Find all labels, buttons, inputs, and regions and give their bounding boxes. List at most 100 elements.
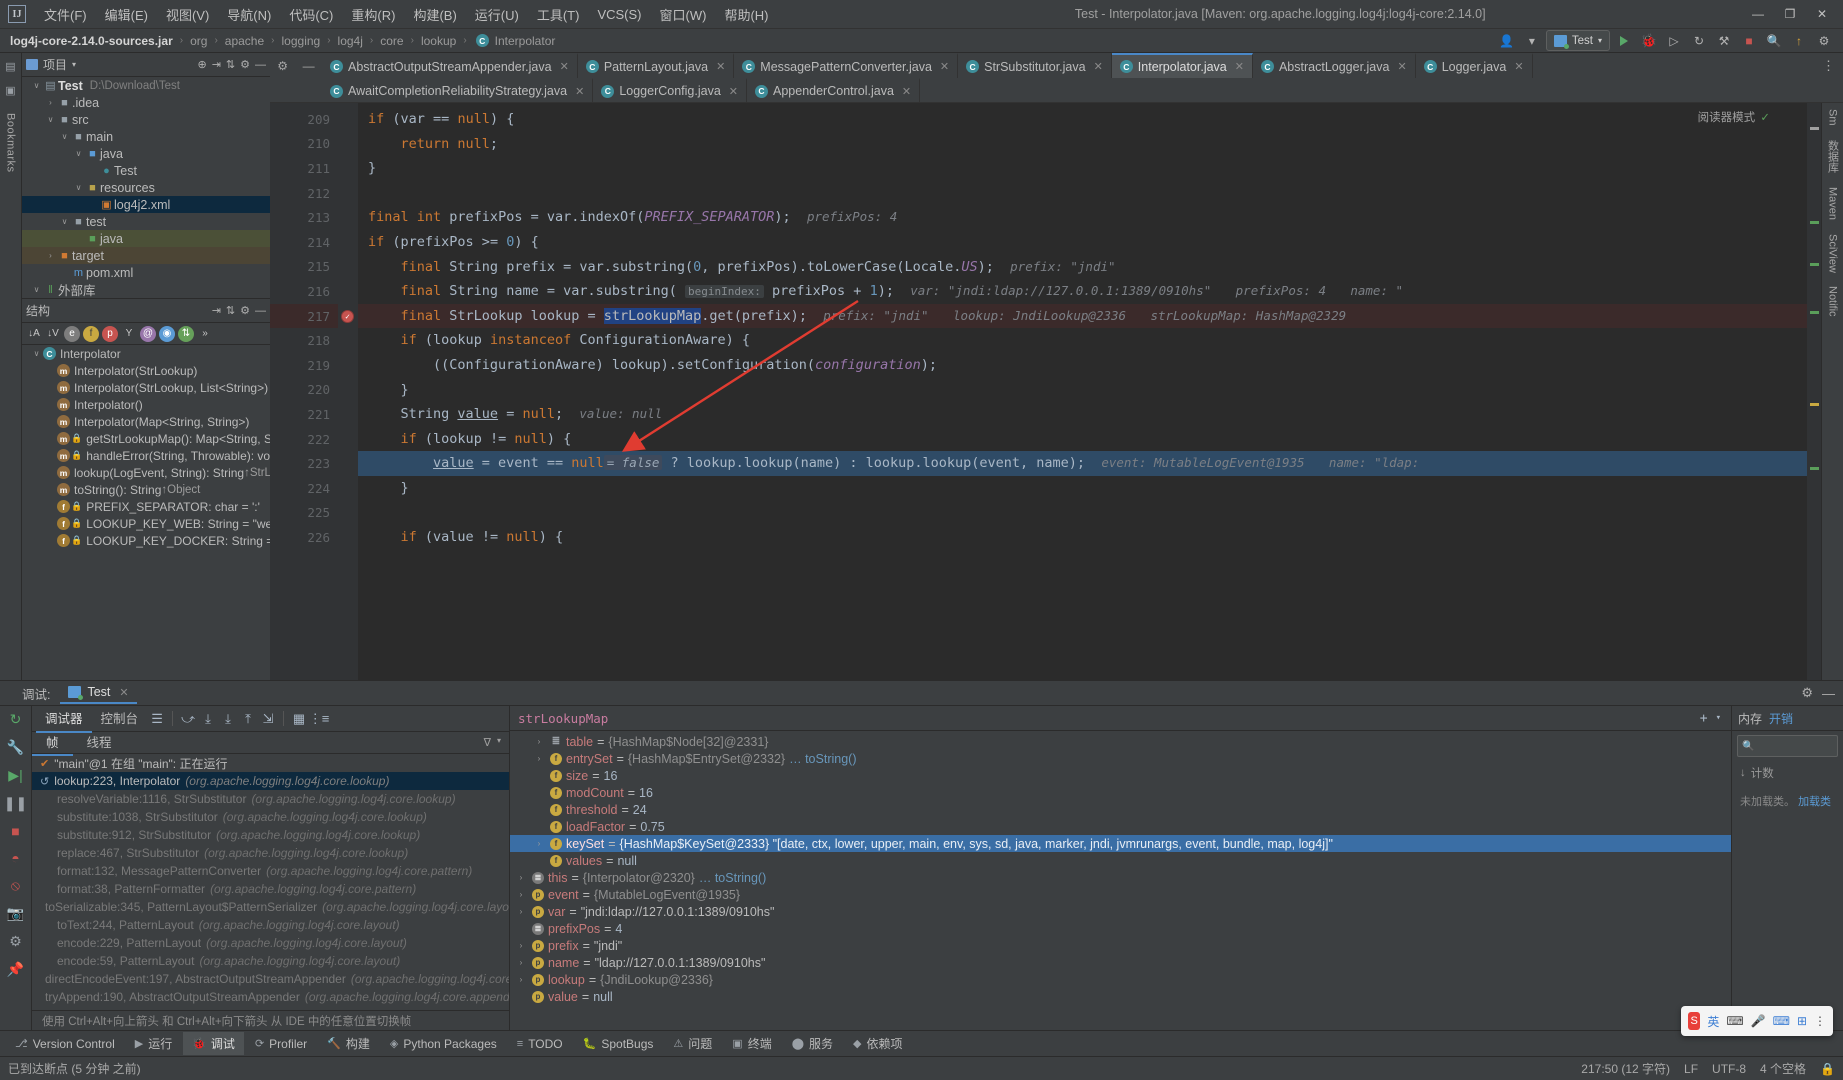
step-over-icon[interactable]: ⤻ bbox=[178, 709, 198, 729]
breadcrumb-apache[interactable]: apache bbox=[223, 34, 266, 48]
memory-search-input[interactable] bbox=[1754, 740, 1833, 752]
fold-marker[interactable] bbox=[338, 501, 358, 526]
breakpoint-icon[interactable]: ✓ bbox=[341, 309, 354, 323]
coverage-button[interactable]: ▷ bbox=[1663, 31, 1685, 51]
close-tab-icon[interactable]: ✕ bbox=[1397, 60, 1406, 73]
bottom-tool-button[interactable]: ≡ TODO bbox=[508, 1034, 572, 1054]
menu-build[interactable]: 构建(B) bbox=[404, 1, 465, 28]
line-number[interactable]: 213 bbox=[270, 205, 338, 230]
expand-chevron-icon[interactable]: › bbox=[514, 890, 528, 899]
fold-marker[interactable] bbox=[338, 279, 358, 304]
line-number[interactable]: 220 bbox=[270, 378, 338, 403]
stack-frame-row[interactable]: encode:59, PatternLayout (org.apache.logg… bbox=[32, 952, 509, 970]
debug-session-tab[interactable]: Test ✕ bbox=[60, 682, 137, 704]
fold-marker[interactable] bbox=[338, 156, 358, 181]
breadcrumb-org[interactable]: org bbox=[188, 34, 209, 48]
editor-hide-icon[interactable]: — bbox=[303, 59, 315, 73]
editor-settings-gear-icon[interactable]: ⚙ bbox=[277, 59, 288, 73]
structure-tree-item[interactable]: m 🔒 handleError(String, Throwable): void bbox=[22, 447, 270, 464]
breadcrumb-logging[interactable]: logging bbox=[280, 34, 323, 48]
sort-by-visibility-icon[interactable]: ↓V bbox=[45, 326, 61, 342]
run-button[interactable] bbox=[1613, 31, 1635, 51]
close-tab-icon[interactable]: ✕ bbox=[940, 60, 949, 73]
project-settings-gear-icon[interactable]: ⚙ bbox=[240, 58, 250, 71]
editor-tab[interactable]: C AppenderControl.java ✕ bbox=[747, 78, 921, 102]
editor-tab[interactable]: C StrSubstitutor.java ✕ bbox=[958, 53, 1112, 78]
close-icon[interactable]: ✕ bbox=[119, 686, 128, 699]
structure-tree-item[interactable]: m Interpolator() bbox=[22, 396, 270, 413]
project-tree-item[interactable]: ∨ ■ main bbox=[22, 128, 270, 145]
rail-item-sm[interactable]: Sm bbox=[1827, 109, 1839, 126]
menu-window[interactable]: 窗口(W) bbox=[651, 1, 716, 28]
line-number[interactable]: 209 bbox=[270, 107, 338, 132]
ime-pen-icon[interactable]: ⌨ bbox=[1726, 1014, 1743, 1028]
structure-tree-item[interactable]: m Interpolator(StrLookup) bbox=[22, 362, 270, 379]
variable-tostring-link[interactable]: … toString() bbox=[699, 871, 766, 885]
resume-program-icon[interactable]: ▶| bbox=[8, 767, 22, 784]
project-tree-item[interactable]: m pom.xml bbox=[22, 264, 270, 281]
project-tree-item[interactable]: › ■ target bbox=[22, 247, 270, 264]
expand-all-icon[interactable]: ⇥ bbox=[212, 304, 221, 317]
expand-chevron-icon[interactable]: › bbox=[514, 873, 528, 882]
bottom-tool-button[interactable]: ▶ 运行 bbox=[126, 1032, 181, 1055]
show-anonymous-icon[interactable]: @ bbox=[140, 325, 156, 342]
tree-chevron-icon[interactable]: ∨ bbox=[72, 149, 85, 158]
stack-frame-row[interactable]: substitute:912, StrSubstitutor (org.apach… bbox=[32, 826, 509, 844]
variable-row[interactable]: › ≣ this = {Interpolator@2320} … toString() bbox=[510, 869, 1731, 886]
structure-tree-item[interactable]: m Interpolator(Map<String, String>) bbox=[22, 413, 270, 430]
tree-chevron-icon[interactable]: › bbox=[44, 251, 57, 260]
close-tab-icon[interactable]: ✕ bbox=[729, 85, 738, 98]
variable-row[interactable]: › p prefix = "jndi" bbox=[510, 937, 1731, 954]
thread-row[interactable]: ✔ "main"@1 在组 "main": 正在运行 bbox=[32, 754, 509, 772]
rail-item-sciview[interactable]: SciView bbox=[1827, 234, 1839, 273]
collapse-all-icon[interactable]: ⇅ bbox=[226, 304, 235, 317]
structure-tree-item[interactable]: m Interpolator(StrLookup, List<String>) bbox=[22, 379, 270, 396]
tree-chevron-icon[interactable]: ∨ bbox=[58, 217, 71, 226]
menu-code[interactable]: 代码(C) bbox=[280, 1, 342, 28]
maximize-button[interactable]: ❐ bbox=[1775, 3, 1805, 25]
project-tree[interactable]: ∨ ▤ Test D:\Download\Test › ■ .idea ∨ ■ src ∨ ■ main… bbox=[22, 77, 270, 298]
breadcrumb-lookup[interactable]: lookup bbox=[419, 34, 458, 48]
editor-tab[interactable]: C AbstractOutputStreamAppender.java ✕ bbox=[322, 53, 578, 78]
menu-help[interactable]: 帮助(H) bbox=[715, 1, 777, 28]
fold-marker[interactable] bbox=[338, 525, 358, 550]
chevron-down-icon[interactable]: ▾ bbox=[1716, 713, 1721, 723]
project-tree-item[interactable]: ▣ log4j2.xml bbox=[22, 196, 270, 213]
mute-breakpoints-icon[interactable]: ⦸ bbox=[11, 877, 20, 894]
updates-icon[interactable]: ↑ bbox=[1788, 31, 1810, 51]
project-tree-item[interactable]: ∨ ■ test bbox=[22, 213, 270, 230]
project-panel-title-group[interactable]: 项目 ▾ bbox=[26, 56, 76, 73]
fold-marker[interactable] bbox=[338, 451, 358, 476]
project-tool-icon[interactable]: ▤ bbox=[2, 57, 20, 75]
line-number[interactable]: 211 bbox=[270, 156, 338, 181]
bottom-tool-button[interactable]: 🐞 调试 bbox=[183, 1032, 244, 1055]
structure-tree-item[interactable]: f🔒 LOOKUP_KEY_DOCKER: String = "docker" bbox=[22, 532, 270, 549]
structure-tree-item[interactable]: m lookup(LogEvent, String): String ↑StrL… bbox=[22, 464, 270, 481]
tree-chevron-icon[interactable]: ∨ bbox=[30, 81, 43, 90]
bottom-tool-button[interactable]: ◈ Python Packages bbox=[381, 1034, 506, 1054]
line-number[interactable]: 226 bbox=[270, 525, 338, 550]
rail-item-notifications[interactable]: Notific bbox=[1827, 286, 1839, 317]
close-tab-icon[interactable]: ✕ bbox=[1094, 60, 1103, 73]
fold-marker[interactable] bbox=[338, 132, 358, 157]
tree-chevron-icon[interactable]: ∨ bbox=[72, 183, 85, 192]
variable-row[interactable]: f loadFactor = 0.75 bbox=[510, 818, 1731, 835]
line-number[interactable]: 212 bbox=[270, 181, 338, 206]
breadcrumb-class[interactable]: Interpolator bbox=[493, 34, 558, 48]
camera-icon[interactable]: 📷 bbox=[7, 905, 24, 922]
code-folding-gutter[interactable] bbox=[338, 103, 358, 680]
structure-settings-gear-icon[interactable]: ⚙ bbox=[240, 304, 250, 317]
profile-button[interactable]: ↻ bbox=[1688, 31, 1710, 51]
tabs-overflow-icon[interactable]: ⋮ bbox=[1822, 53, 1843, 78]
breadcrumb-core[interactable]: core bbox=[378, 34, 405, 48]
editor-tab[interactable]: C LoggerConfig.java ✕ bbox=[593, 78, 747, 102]
structure-tree-item[interactable]: f 🔒 LOOKUP_KEY_WEB: String = "web" bbox=[22, 515, 270, 532]
line-separator[interactable]: LF bbox=[1684, 1062, 1698, 1076]
tree-chevron-icon[interactable]: ∨ bbox=[58, 132, 71, 141]
fold-marker[interactable] bbox=[338, 230, 358, 255]
ime-toolbox-icon[interactable]: ⊞ bbox=[1797, 1014, 1807, 1028]
line-number[interactable]: 218 bbox=[270, 328, 338, 353]
memory-search-box[interactable]: 🔍 bbox=[1737, 735, 1838, 757]
menu-edit[interactable]: 编辑(E) bbox=[96, 1, 157, 28]
bottom-tool-button[interactable]: ⚠ 问题 bbox=[664, 1032, 721, 1055]
